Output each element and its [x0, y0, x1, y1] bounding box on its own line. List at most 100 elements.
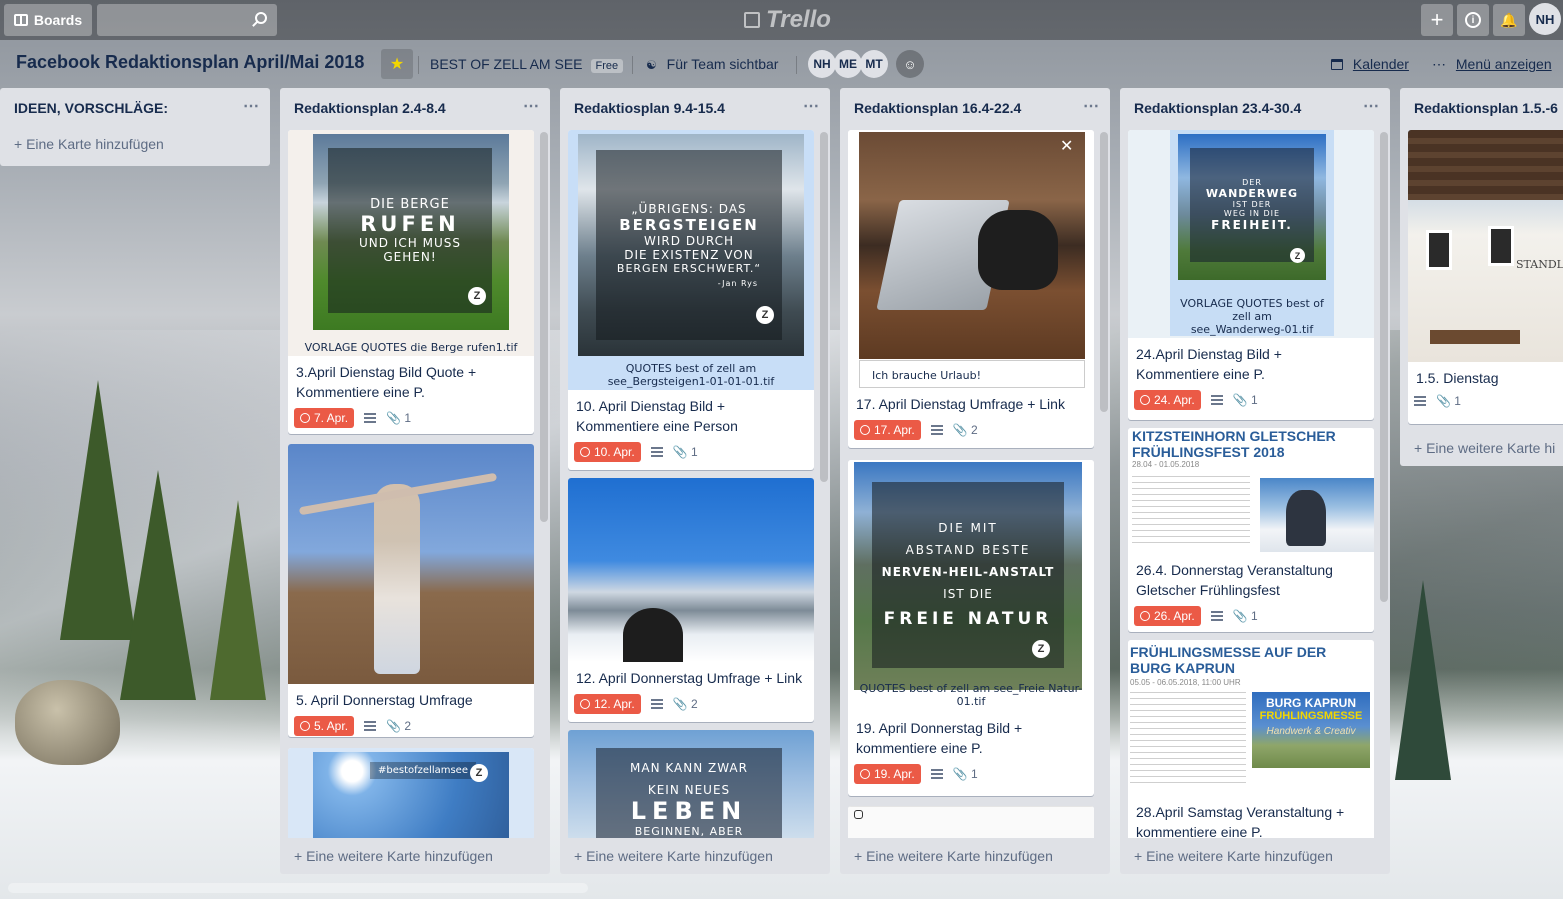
show-menu-button[interactable]: ⋯ Menü anzeigen — [1432, 56, 1552, 73]
attachments-badge: 📎 2 — [953, 423, 978, 437]
list-title[interactable]: Redaktionsplan 16.4-22.4 — [854, 100, 1021, 116]
doc-date: 28.04 - 01.05.2018 — [1132, 460, 1200, 469]
top-bar: Boards Trello + i 🔔 NH — [0, 0, 1563, 40]
list-scrollbar[interactable] — [820, 132, 828, 482]
list-header[interactable]: Redaktionsplan 23.4-30.4 ⋯ — [1120, 88, 1390, 128]
cover-caption: QUOTES best of zell am see_Freie Natur-0… — [859, 682, 1083, 708]
due-date-badge[interactable]: 26. Apr. — [1134, 606, 1201, 626]
due-date-badge[interactable]: 12. Apr. — [574, 694, 641, 714]
description-icon — [1210, 611, 1223, 621]
card[interactable]: #bestofzellamsee Z — [288, 748, 534, 838]
card-badges: 5. Apr. 📎 2 — [288, 712, 534, 737]
add-card-button[interactable]: + Eine weitere Karte hinzufügen — [1120, 838, 1390, 874]
card-cover-image: DIE MIT ABSTAND BESTE NERVEN-HEIL-ANSTAL… — [848, 460, 1094, 712]
list-title[interactable]: Redaktiosplan 9.4-15.4 — [574, 100, 725, 116]
attachment-count: 1 — [971, 767, 978, 781]
invite-member-button[interactable]: ☺ — [896, 50, 924, 78]
list-cards: ✕ Ich brauche Urlaub! 17. April Dienstag… — [848, 128, 1102, 838]
list-title[interactable]: Redaktionsplan 2.4-8.4 — [294, 100, 446, 116]
info-button[interactable]: i — [1457, 4, 1489, 36]
due-date-badge[interactable]: 17. Apr. — [854, 420, 921, 440]
add-card-button[interactable]: + Eine weitere Karte hinzufügen — [840, 838, 1110, 874]
list-scrollbar[interactable] — [1100, 132, 1108, 412]
due-date-badge[interactable]: 5. Apr. — [294, 716, 355, 736]
create-button[interactable]: + — [1421, 4, 1453, 36]
card-badges: 24. Apr. 📎 1 — [1128, 386, 1374, 418]
member-avatar[interactable]: NH — [808, 50, 836, 78]
list-title[interactable]: Redaktionsplan 23.4-30.4 — [1134, 100, 1301, 116]
member-avatar[interactable]: MT — [860, 50, 888, 78]
divider — [418, 56, 419, 74]
visibility-button[interactable]: ☯ Für Team sichtbar — [646, 56, 778, 72]
due-date-badge[interactable]: 24. Apr. — [1134, 390, 1201, 410]
card[interactable]: KITZSTEINHORN GLETSCHER FRÜHLINGSFEST 20… — [1128, 428, 1374, 632]
list-menu-icon[interactable]: ⋯ — [803, 96, 820, 116]
board-horizontal-scrollbar[interactable] — [8, 883, 588, 893]
paperclip-icon: 📎 — [1232, 609, 1248, 623]
board-title[interactable]: Facebook Redaktionsplan April/Mai 2018 — [16, 52, 364, 73]
due-date-badge[interactable]: 19. Apr. — [854, 764, 921, 784]
due-date-badge[interactable]: 10. Apr. — [574, 442, 641, 462]
card[interactable]: 12. April Donnerstag Umfrage + Link 12. … — [568, 478, 814, 722]
add-card-button[interactable]: + Eine weitere Karte hinzufügen — [560, 838, 830, 874]
list-menu-icon[interactable]: ⋯ — [523, 96, 540, 116]
attachments-badge: 📎 1 — [673, 445, 698, 459]
attachment-count: 1 — [691, 445, 698, 459]
card[interactable]: „ÜBRIGENS: DAS BERGSTEIGEN WIRD DURCH DI… — [568, 130, 814, 470]
list-title[interactable]: IDEEN, VORSCHLÄGE: — [14, 100, 168, 116]
list-header[interactable]: IDEEN, VORSCHLÄGE: ⋯ — [0, 88, 270, 128]
list-scrollbar[interactable] — [1380, 132, 1388, 602]
attachment-count: 2 — [404, 719, 412, 733]
card[interactable]: 5. April Donnerstag Umfrage 5. Apr. 📎 2 — [288, 444, 534, 737]
quote-line: WIRD DURCH — [644, 234, 734, 248]
card-title: 5. April Donnerstag Umfrage — [296, 692, 473, 708]
list-header[interactable]: Redaktionsplan 16.4-22.4 ⋯ — [840, 88, 1110, 128]
list-menu-icon[interactable]: ⋯ — [1363, 96, 1380, 116]
card[interactable]: DIE BERGE RUFEN UND ICH MUSS GEHEN! Z VO… — [288, 130, 534, 434]
list-header[interactable]: Redaktiosplan 9.4-15.4 ⋯ — [560, 88, 830, 128]
list-header[interactable]: Redaktionsplan 2.4-8.4 ⋯ — [280, 88, 550, 128]
trello-logo[interactable]: Trello — [744, 6, 831, 34]
boards-label: Boards — [33, 12, 83, 28]
boards-button[interactable]: Boards — [4, 4, 92, 36]
calendar-label: Kalender — [1352, 56, 1409, 72]
doc-text-lines — [1132, 476, 1250, 546]
card[interactable] — [848, 806, 1094, 838]
due-date: 10. Apr. — [594, 445, 635, 459]
card[interactable]: DER WANDERWEG IST DER WEG IN DIE FREIHEI… — [1128, 130, 1374, 420]
calendar-button[interactable]: Kalender — [1331, 56, 1409, 72]
event-people — [1286, 490, 1326, 546]
card[interactable]: ✕ Ich brauche Urlaub! 17. April Dienstag… — [848, 130, 1094, 448]
caption-line: VORLAGE QUOTES best of — [1180, 297, 1324, 310]
list-menu-icon[interactable]: ⋯ — [243, 96, 260, 116]
close-icon[interactable]: ✕ — [1060, 136, 1073, 156]
attachment-count: 2 — [971, 423, 978, 437]
add-card-button[interactable]: + Eine weitere Karte hi — [1400, 430, 1563, 466]
card[interactable]: DIE MIT ABSTAND BESTE NERVEN-HEIL-ANSTAL… — [848, 460, 1094, 796]
add-card-button[interactable]: + Eine Karte hinzufügen — [0, 126, 270, 162]
list-scrollbar[interactable] — [540, 132, 548, 522]
member-avatar[interactable]: ME — [834, 50, 862, 78]
due-date-badge[interactable]: 7. Apr. — [294, 408, 355, 428]
search-icon[interactable] — [255, 12, 267, 24]
card[interactable]: MAN KANN ZWAR KEIN NEUES LEBEN BEGINNEN,… — [568, 730, 814, 838]
cat — [978, 210, 1058, 290]
team-button[interactable]: BEST OF ZELL AM SEE Free — [430, 56, 624, 73]
list-header[interactable]: Redaktionsplan 1.5.-6 — [1400, 88, 1563, 128]
card[interactable]: STANDL 1.5. Dienstag 📎 1 — [1408, 130, 1563, 424]
clock-icon — [1140, 395, 1150, 405]
card[interactable]: FRÜHLINGSMESSE AUF DER BURG KAPRUN 05.05… — [1128, 640, 1374, 838]
list-menu-icon[interactable]: ⋯ — [1083, 96, 1100, 116]
due-date: 5. Apr. — [314, 719, 349, 733]
list-title[interactable]: Redaktionsplan 1.5.-6 — [1414, 100, 1558, 116]
card-cover-image: FRÜHLINGSMESSE AUF DER BURG KAPRUN 05.05… — [1128, 640, 1374, 796]
quote-line: „ÜBRIGENS: DAS — [631, 202, 747, 216]
card-title: 12. April Donnerstag Umfrage + Link — [576, 670, 803, 686]
notifications-button[interactable]: 🔔 — [1493, 4, 1525, 36]
user-avatar[interactable]: NH — [1529, 3, 1561, 35]
add-card-button[interactable]: + Eine weitere Karte hinzufügen — [280, 838, 550, 874]
search-input[interactable] — [97, 4, 277, 36]
clock-icon — [1140, 611, 1150, 621]
star-button[interactable]: ★ — [381, 49, 413, 79]
description-icon — [650, 699, 663, 709]
